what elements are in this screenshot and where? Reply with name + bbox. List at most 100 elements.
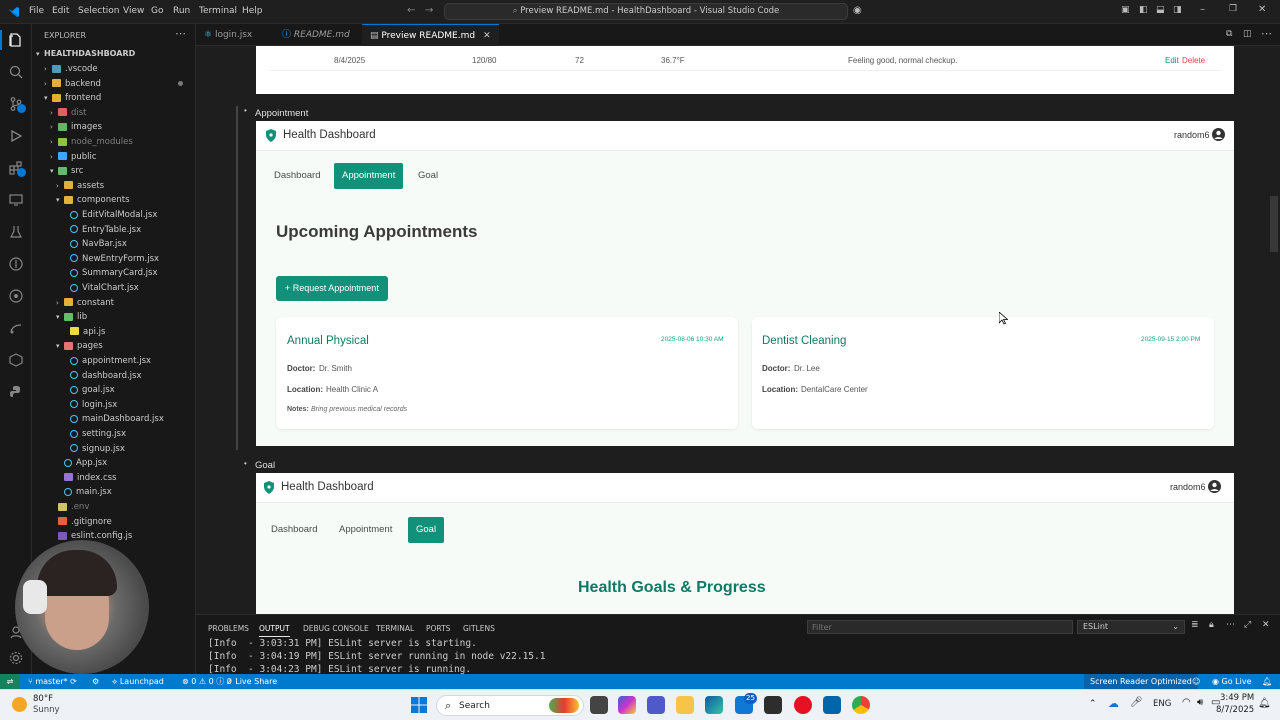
editor-more-icon[interactable]: ⋯	[1261, 27, 1272, 40]
menu-file[interactable]: File	[29, 6, 44, 16]
close-panel-icon[interactable]: ✕	[1262, 620, 1270, 630]
copilot-status-icon[interactable]: ☺	[1192, 674, 1200, 689]
tree-item[interactable]: dashboard.jsx	[62, 369, 142, 383]
toggle-sidebar-icon[interactable]: ◧	[1139, 5, 1148, 15]
minimize-icon[interactable]: –	[1200, 4, 1205, 15]
remote-explorer-icon[interactable]	[8, 192, 24, 208]
menu-go[interactable]: Go	[151, 6, 163, 16]
tree-item[interactable]: ▾ components	[56, 193, 130, 207]
tree-item[interactable]: › images	[50, 120, 102, 134]
tab-readme[interactable]: ⓘ README.md	[274, 24, 358, 46]
tree-item[interactable]: setting.jsx	[62, 427, 126, 441]
language-indicator[interactable]: ENG	[1153, 699, 1171, 709]
manage-gear-icon[interactable]	[8, 650, 24, 666]
onedrive-icon[interactable]: ☁	[1108, 697, 1119, 710]
command-center[interactable]: ⌕ Preview README.md - HealthDashboard - …	[444, 3, 848, 20]
live-share-status[interactable]: ➚ Live Share	[226, 674, 277, 689]
chevron-up-icon[interactable]: ⌃	[1089, 699, 1097, 709]
python-icon[interactable]	[8, 384, 24, 400]
tree-item[interactable]: NavBar.jsx	[62, 237, 127, 251]
launchpad-status[interactable]: ⟡ Launchpad	[112, 674, 164, 689]
tree-item[interactable]: VitalChart.jsx	[62, 281, 139, 295]
preview-scrollbar[interactable]	[1270, 196, 1278, 252]
volume-icon[interactable]: 🔊︎	[1197, 697, 1203, 708]
menu-help[interactable]: Help	[242, 6, 263, 16]
windows-start-icon[interactable]	[411, 697, 427, 713]
output-filter-input[interactable]	[807, 620, 1073, 634]
restore-icon[interactable]: ❐	[1229, 4, 1237, 14]
tree-item[interactable]: index.css	[56, 471, 117, 485]
appointment-card-dentist-cleaning[interactable]: Dentist Cleaning 2025-09-15 2:00 PM Doct…	[752, 317, 1214, 429]
nav-appointment[interactable]: Appointment	[334, 163, 404, 189]
lock-scroll-icon[interactable]: 🔒︎	[1209, 620, 1214, 630]
user-avatar-icon[interactable]	[1212, 128, 1225, 141]
tree-item[interactable]: .env	[50, 500, 89, 514]
remote-indicator-icon[interactable]: ⇌	[0, 674, 20, 689]
problems-status[interactable]: ⊗ 0 ⚠ 0 ⓘ 0	[182, 674, 232, 689]
branch-status[interactable]: ⑂ master* ⟳	[28, 674, 77, 689]
teams-icon[interactable]	[647, 696, 665, 714]
panel-tab-output[interactable]: OUTPUT	[259, 624, 290, 637]
sun-weather-icon[interactable]	[12, 697, 27, 712]
notification-center-icon[interactable]: 🔔︎	[1258, 698, 1271, 709]
tree-item[interactable]: App.jsx	[56, 456, 107, 470]
tree-item[interactable]: › backend	[44, 77, 101, 91]
maximize-panel-icon[interactable]: ⤢	[1244, 620, 1251, 630]
open-source-icon[interactable]: ⧉	[1226, 29, 1232, 39]
menu-terminal[interactable]: Terminal	[199, 6, 237, 16]
clear-output-icon[interactable]: ≣	[1191, 620, 1199, 630]
tab-login[interactable]: ⚛ login.jsx	[196, 24, 260, 46]
menu-selection[interactable]: Selection	[78, 6, 119, 16]
explorer-root[interactable]: ▾ HEALTHDASHBOARD	[36, 47, 135, 61]
copilot-icon[interactable]: ◉	[853, 5, 862, 16]
tree-item[interactable]: .gitignore	[50, 515, 112, 529]
tree-item[interactable]: › dist	[50, 106, 87, 120]
more-actions-icon[interactable]: ⋯	[175, 27, 186, 40]
edge-icon[interactable]	[705, 696, 723, 714]
notifications-bell-icon[interactable]: 🔔︎	[1262, 674, 1272, 689]
tree-item[interactable]: ▾ lib	[56, 310, 87, 324]
tree-item[interactable]: EditVitalModal.jsx	[62, 208, 157, 222]
task-view-icon[interactable]	[590, 696, 608, 714]
menu-run[interactable]: Run	[173, 6, 190, 16]
menu-edit[interactable]: Edit	[52, 6, 69, 16]
run-debug-icon[interactable]	[8, 128, 24, 144]
layout-icon[interactable]: ▣	[1121, 5, 1130, 15]
tree-item[interactable]: main.jsx	[56, 485, 112, 499]
close-icon[interactable]: ✕	[1258, 4, 1266, 15]
close-tab-icon[interactable]: ✕	[483, 31, 491, 41]
back-arrow-icon[interactable]: ←	[407, 5, 415, 16]
explorer-icon[interactable]	[8, 32, 24, 48]
package-icon[interactable]	[8, 352, 24, 368]
toggle-secondary-sidebar-icon[interactable]: ◨	[1173, 5, 1182, 15]
split-editor-icon[interactable]: ◫	[1243, 29, 1252, 39]
appointment-card-annual-physical[interactable]: Annual Physical 2025-08-06 10:30 AM Doct…	[276, 317, 738, 429]
tree-item[interactable]: login.jsx	[62, 398, 117, 412]
tree-item[interactable]: › assets	[56, 179, 104, 193]
gitlens-icon[interactable]	[8, 256, 24, 272]
tree-item[interactable]: signup.jsx	[62, 442, 125, 456]
wifi-icon[interactable]: ◠	[1182, 697, 1191, 708]
tree-item[interactable]: ▾ frontend	[44, 91, 101, 105]
testing-icon[interactable]	[8, 224, 24, 240]
nav-dashboard[interactable]: Dashboard	[263, 517, 325, 543]
tree-item[interactable]: goal.jsx	[62, 383, 115, 397]
panel-tab-gitlens[interactable]: GITLENS	[463, 624, 495, 633]
taskbar-search-box[interactable]: ⌕ Search	[436, 695, 584, 716]
tree-item[interactable]: › .vscode	[44, 62, 98, 76]
tree-item[interactable]: SummaryCard.jsx	[62, 266, 157, 280]
clock-date[interactable]: 8/7/2025	[1216, 705, 1254, 715]
nav-appointment[interactable]: Appointment	[331, 517, 400, 543]
tree-item[interactable]: EntryTable.jsx	[62, 223, 141, 237]
tree-item[interactable]: appointment.jsx	[62, 354, 151, 368]
tree-item[interactable]: › node_modules	[50, 135, 133, 149]
go-live-status[interactable]: ◉ Go Live	[1212, 674, 1252, 689]
menu-view[interactable]: View	[123, 6, 144, 16]
tree-item[interactable]: › constant	[56, 296, 114, 310]
microphone-icon[interactable]: 🎤︎	[1130, 697, 1143, 708]
chrome-icon[interactable]	[852, 696, 870, 714]
request-appointment-button[interactable]: + Request Appointment	[276, 276, 388, 301]
delete-link[interactable]: Delete	[1182, 56, 1205, 65]
copilot-app-icon[interactable]	[618, 696, 636, 714]
file-explorer-icon[interactable]	[676, 696, 694, 714]
